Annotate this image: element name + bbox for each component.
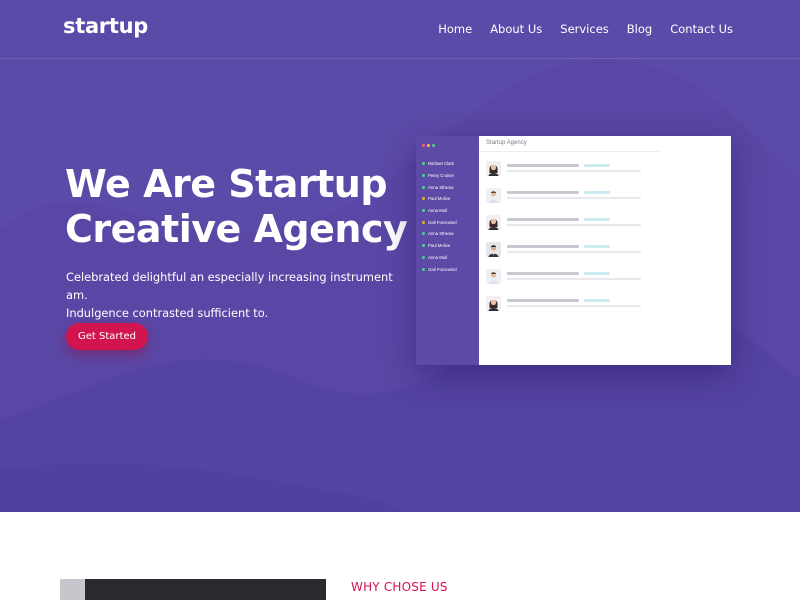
about-photo-edge bbox=[60, 579, 85, 600]
window-dot-red bbox=[422, 144, 425, 147]
message-row[interactable] bbox=[486, 215, 726, 233]
message-tag-placeholder bbox=[584, 245, 610, 248]
window-dots bbox=[422, 144, 435, 147]
contact-item[interactable]: Michael Clark bbox=[422, 158, 457, 170]
contact-list: Michael Clark Petey Cruiser Anna Sthesia Pa… bbox=[422, 158, 457, 275]
message-row[interactable] bbox=[486, 296, 726, 314]
message-name-placeholder bbox=[507, 245, 579, 248]
hero-description-line-2: Indulgence contrasted sufficient to. bbox=[66, 306, 269, 320]
contact-item[interactable]: Gail Forcewind bbox=[422, 263, 457, 275]
nav-about-us[interactable]: About Us bbox=[490, 22, 542, 36]
nav-blog[interactable]: Blog bbox=[627, 22, 652, 36]
message-text-placeholder bbox=[507, 197, 641, 199]
get-started-button[interactable]: Get Started bbox=[66, 323, 148, 350]
nav-home[interactable]: Home bbox=[438, 22, 472, 36]
message-name-placeholder bbox=[507, 191, 579, 194]
section-kicker: WHY CHOSE US bbox=[351, 580, 448, 594]
message-text-placeholder bbox=[507, 278, 641, 280]
nav-menu: Home About Us Services Blog Contact Us bbox=[420, 22, 733, 36]
message-row[interactable] bbox=[486, 269, 726, 287]
hero-description: Celebrated delightful an especially incr… bbox=[66, 268, 396, 322]
hero-section: startup Home About Us Services Blog Cont… bbox=[0, 0, 800, 512]
avatar bbox=[486, 296, 501, 311]
contact-item[interactable]: Paul Molive bbox=[422, 240, 457, 252]
avatar bbox=[486, 242, 501, 257]
nav-contact-us[interactable]: Contact Us bbox=[670, 22, 733, 36]
contact-item[interactable]: Petey Cruiser bbox=[422, 170, 457, 182]
message-tag-placeholder bbox=[584, 272, 610, 275]
message-row[interactable] bbox=[486, 242, 726, 260]
status-dot-icon bbox=[422, 197, 425, 201]
status-dot-icon bbox=[422, 267, 425, 271]
status-dot-icon bbox=[422, 174, 425, 178]
nav-services[interactable]: Services bbox=[560, 22, 609, 36]
contact-name: Gail Forcewind bbox=[428, 266, 457, 272]
message-text-placeholder bbox=[507, 170, 641, 172]
logo[interactable]: startup bbox=[63, 14, 148, 38]
contact-item[interactable]: Anna Sthesia bbox=[422, 181, 457, 193]
contact-item[interactable]: Anna Mull bbox=[422, 252, 457, 264]
hero-description-line-1: Celebrated delightful an especially incr… bbox=[66, 270, 393, 302]
avatar bbox=[486, 188, 501, 203]
window-dot-yellow bbox=[427, 144, 430, 147]
contact-name: Anna Mull bbox=[428, 208, 448, 214]
status-dot-icon bbox=[422, 185, 425, 189]
app-mockup: Michael Clark Petey Cruiser Anna Sthesia Pa… bbox=[416, 136, 731, 365]
status-dot-icon bbox=[422, 220, 425, 224]
message-tag-placeholder bbox=[584, 299, 610, 302]
avatar bbox=[486, 161, 501, 176]
status-dot-icon bbox=[422, 244, 425, 248]
contact-item[interactable]: Anna Mull bbox=[422, 205, 457, 217]
contact-name: Anna Sthesia bbox=[428, 231, 454, 237]
contact-item[interactable]: Paul Molive bbox=[422, 193, 457, 205]
contact-name: Anna Mull bbox=[428, 254, 448, 260]
mockup-title: Startup Agency bbox=[486, 140, 527, 146]
contact-name: Anna Sthesia bbox=[428, 184, 454, 190]
message-name-placeholder bbox=[507, 299, 579, 302]
mockup-main: Startup Agency bbox=[479, 136, 731, 365]
message-row[interactable] bbox=[486, 188, 726, 206]
status-dot-icon bbox=[422, 162, 425, 166]
contact-name: Michael Clark bbox=[428, 161, 455, 167]
message-name-placeholder bbox=[507, 272, 579, 275]
status-dot-icon bbox=[422, 209, 425, 213]
hero-title-line-1: We Are Startup bbox=[65, 162, 388, 206]
message-text-placeholder bbox=[507, 305, 641, 307]
contact-name: Gail Forcewind bbox=[428, 219, 457, 225]
contact-name: Paul Molive bbox=[428, 243, 451, 249]
avatar bbox=[486, 215, 501, 230]
message-text-placeholder bbox=[507, 224, 641, 226]
mockup-divider bbox=[479, 151, 659, 152]
contact-item[interactable]: Gail Forcewind bbox=[422, 216, 457, 228]
hero-title-line-2: Creative Agency bbox=[65, 207, 408, 251]
mockup-sidebar: Michael Clark Petey Cruiser Anna Sthesia Pa… bbox=[416, 136, 479, 365]
message-row[interactable] bbox=[486, 161, 726, 179]
message-name-placeholder bbox=[507, 164, 579, 167]
message-tag-placeholder bbox=[584, 218, 610, 221]
contact-item[interactable]: Anna Sthesia bbox=[422, 228, 457, 240]
window-dot-green bbox=[432, 144, 435, 147]
message-name-placeholder bbox=[507, 218, 579, 221]
message-tag-placeholder bbox=[584, 191, 610, 194]
contact-name: Paul Molive bbox=[428, 196, 451, 202]
contact-name: Petey Cruiser bbox=[428, 173, 455, 179]
status-dot-icon bbox=[422, 255, 425, 259]
status-dot-icon bbox=[422, 232, 425, 236]
message-tag-placeholder bbox=[584, 164, 610, 167]
message-text-placeholder bbox=[507, 251, 641, 253]
hero-title: We Are Startup Creative Agency bbox=[65, 162, 425, 252]
about-photo bbox=[60, 579, 326, 600]
navbar: startup Home About Us Services Blog Cont… bbox=[0, 0, 800, 59]
avatar bbox=[486, 269, 501, 284]
